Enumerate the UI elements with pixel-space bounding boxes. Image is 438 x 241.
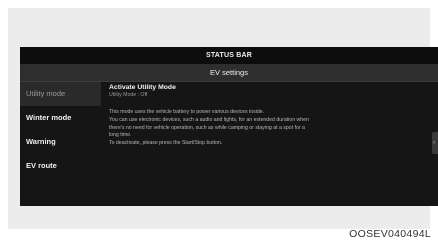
description: This mode uses the vehicle battery to po… bbox=[109, 109, 424, 148]
sidebar-item-utility-mode[interactable]: Utility mode bbox=[20, 82, 101, 106]
image-code-caption: OOSEV040494L bbox=[349, 228, 431, 240]
description-line: To deactivate, please press the Start/St… bbox=[109, 140, 223, 147]
description-line: This mode uses the vehicle battery to po… bbox=[109, 109, 265, 115]
infotainment-screen: STATUS BAR EV settings Utility mode Wint… bbox=[20, 47, 438, 206]
status-bar: STATUS BAR bbox=[20, 47, 438, 64]
detail-panel: Activate Utility Mode Utility Mode : Off… bbox=[109, 84, 424, 148]
chevron-right-icon: › bbox=[433, 140, 435, 146]
sidebar-menu: Utility mode Winter mode Warning EV rout… bbox=[20, 82, 101, 206]
sidebar-item-warning[interactable]: Warning bbox=[20, 130, 101, 154]
scroll-handle[interactable]: › bbox=[432, 132, 438, 154]
sidebar-item-winter-mode[interactable]: Winter mode bbox=[20, 106, 101, 130]
settings-content: Utility mode Winter mode Warning EV rout… bbox=[20, 82, 438, 206]
description-line: You can use electronic devices, such a a… bbox=[109, 116, 309, 123]
description-line: there's no need for vehicle operation, s… bbox=[109, 124, 305, 131]
page-title: EV settings bbox=[20, 64, 438, 82]
figure: STATUS BAR EV settings Utility mode Wint… bbox=[0, 0, 438, 241]
description-line: long time. bbox=[109, 132, 132, 139]
activate-utility-mode-option[interactable]: Activate Utility Mode bbox=[109, 84, 424, 92]
sidebar-item-ev-route[interactable]: EV route bbox=[20, 154, 101, 178]
utility-mode-status: Utility Mode : Off bbox=[109, 92, 148, 98]
